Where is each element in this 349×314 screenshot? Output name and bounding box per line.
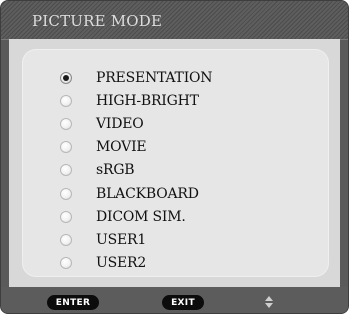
radio-button-icon[interactable] [60,211,72,223]
option-label: BLACKBOARD [96,186,199,202]
footer-bar: ENTER EXIT [1,287,348,313]
option-srgb[interactable]: sRGB [60,159,310,181]
enter-button[interactable]: ENTER [47,295,99,310]
option-label: DICOM SIM. [96,209,186,225]
radio-button-icon[interactable] [60,118,72,130]
option-blackboard[interactable]: BLACKBOARD [60,183,310,205]
option-movie[interactable]: MOVIE [60,136,310,158]
option-label: MOVIE [96,139,147,155]
option-label: sRGB [96,162,135,178]
menu-title: PICTURE MODE [32,12,163,30]
option-label: HIGH-BRIGHT [96,93,199,109]
option-dicom-sim[interactable]: DICOM SIM. [60,206,310,228]
option-label: USER2 [96,255,147,271]
option-label: USER1 [96,232,147,248]
radio-button-icon[interactable] [60,188,72,200]
menu-content: PRESENTATION HIGH-BRIGHT VIDEO MOVIE sRG… [9,39,340,287]
radio-button-icon[interactable] [60,257,72,269]
option-label: PRESENTATION [96,70,213,86]
radio-button-icon[interactable] [60,234,72,246]
exit-button[interactable]: EXIT [162,295,204,310]
option-presentation[interactable]: PRESENTATION [60,67,310,89]
title-bar: PICTURE MODE [1,1,348,40]
radio-button-icon[interactable] [60,95,72,107]
option-high-bright[interactable]: HIGH-BRIGHT [60,90,310,112]
option-user2[interactable]: USER2 [60,252,310,274]
radio-button-selected-icon[interactable] [60,72,72,84]
up-down-arrows-icon [264,294,274,310]
radio-button-icon[interactable] [60,164,72,176]
option-label: VIDEO [96,116,144,132]
option-user1[interactable]: USER1 [60,229,310,251]
option-video[interactable]: VIDEO [60,113,310,135]
picture-mode-osd: PICTURE MODE PRESENTATION HIGH-BRIGHT VI… [0,0,349,314]
radio-button-icon[interactable] [60,141,72,153]
options-panel: PRESENTATION HIGH-BRIGHT VIDEO MOVIE sRG… [22,49,329,277]
